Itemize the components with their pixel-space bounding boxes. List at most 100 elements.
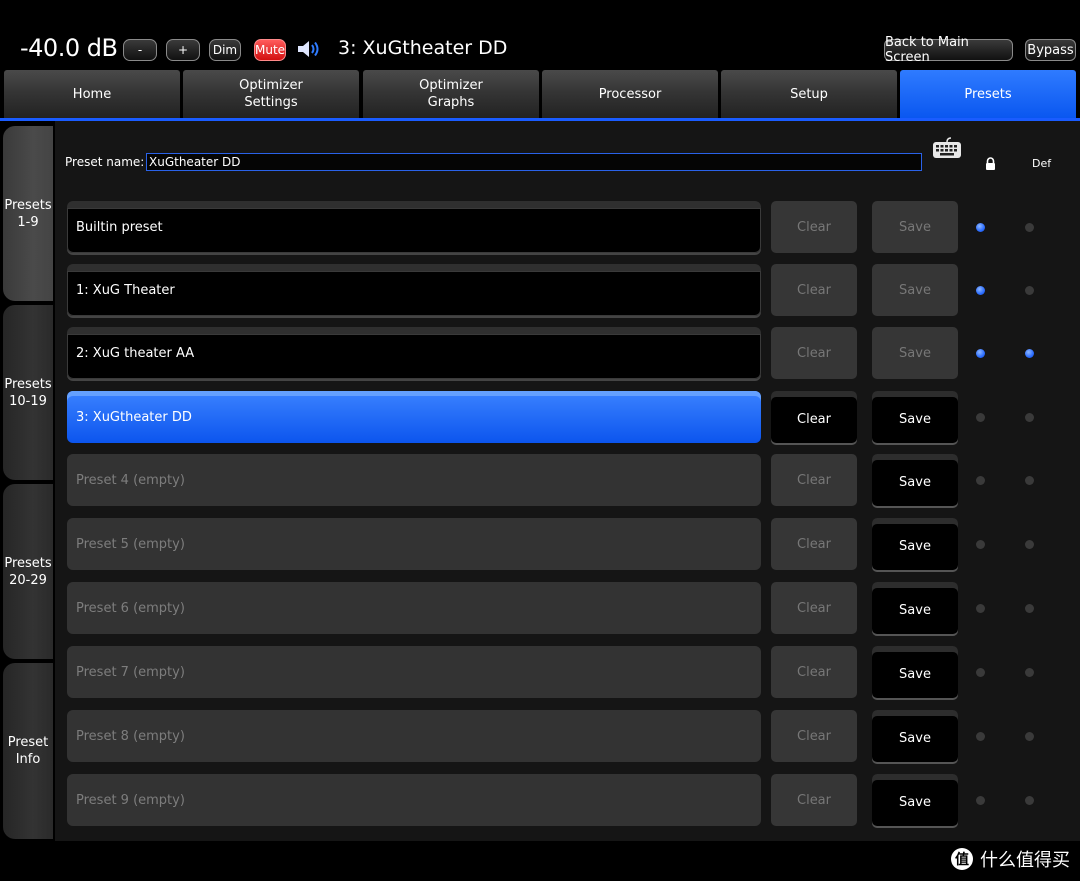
lock-indicator[interactable] — [976, 668, 985, 677]
save-button[interactable]: Save — [872, 391, 958, 443]
preset-slot[interactable]: 2: XuG theater AA — [67, 327, 761, 379]
speaker-icon[interactable] — [296, 39, 324, 59]
save-button[interactable]: Save — [872, 264, 958, 316]
current-preset-title: 3: XuGtheater DD — [338, 37, 508, 59]
default-indicator[interactable] — [1025, 540, 1034, 549]
clear-button-label: Clear — [797, 536, 831, 552]
save-button-label: Save — [899, 282, 931, 298]
preset-slot-label: Preset 4 (empty) — [76, 472, 185, 488]
preset-slot[interactable]: Preset 6 (empty) — [67, 582, 761, 634]
save-button[interactable]: Save — [872, 518, 958, 570]
preset-slot[interactable]: Preset 5 (empty) — [67, 518, 761, 570]
default-indicator[interactable] — [1025, 476, 1034, 485]
clear-button[interactable]: Clear — [771, 582, 857, 634]
tab-processor[interactable]: Processor — [542, 70, 718, 118]
lock-indicator[interactable] — [976, 540, 985, 549]
volume-down-button[interactable]: - — [123, 39, 157, 61]
preset-name-label: Preset name: — [65, 155, 145, 169]
preset-slot-label: 2: XuG theater AA — [76, 345, 195, 361]
preset-slot[interactable]: 1: XuG Theater — [67, 264, 761, 316]
save-button-label: Save — [899, 666, 931, 682]
preset-name-input[interactable] — [146, 153, 922, 171]
watermark-text: 什么值得买 — [980, 850, 1070, 871]
lock-indicator[interactable] — [976, 796, 985, 805]
save-button-label: Save — [899, 345, 931, 361]
dim-button[interactable]: Dim — [209, 39, 241, 61]
save-button-label: Save — [899, 538, 931, 554]
lock-indicator[interactable] — [976, 732, 985, 741]
side-tab-presets-1-9[interactable]: Presets 1-9 — [3, 126, 53, 301]
clear-button-label: Clear — [797, 411, 831, 427]
default-indicator[interactable] — [1025, 732, 1034, 741]
lock-indicator[interactable] — [976, 413, 985, 422]
default-indicator[interactable] — [1025, 349, 1034, 358]
preset-slot[interactable]: Preset 4 (empty) — [67, 454, 761, 506]
save-button[interactable]: Save — [872, 582, 958, 634]
lock-indicator[interactable] — [976, 604, 985, 613]
preset-slot[interactable]: Builtin preset — [67, 201, 761, 253]
save-button-label: Save — [899, 474, 931, 490]
lock-indicator[interactable] — [976, 223, 985, 232]
clear-button[interactable]: Clear — [771, 454, 857, 506]
clear-button-label: Clear — [797, 792, 831, 808]
side-tab-presets-20-29[interactable]: Presets 20-29 — [3, 484, 53, 659]
clear-button[interactable]: Clear — [771, 710, 857, 762]
default-column-label: Def — [1032, 157, 1052, 170]
lock-indicator[interactable] — [976, 349, 985, 358]
clear-button[interactable]: Clear — [771, 518, 857, 570]
preset-slot[interactable]: Preset 9 (empty) — [67, 774, 761, 826]
side-tab-preset-info[interactable]: Preset Info — [3, 663, 53, 839]
clear-button[interactable]: Clear — [771, 264, 857, 316]
save-button-label: Save — [899, 730, 931, 746]
preset-slot[interactable]: Preset 8 (empty) — [67, 710, 761, 762]
save-button-label: Save — [899, 219, 931, 235]
clear-button[interactable]: Clear — [771, 327, 857, 379]
keyboard-icon[interactable] — [931, 136, 963, 162]
back-to-main-screen-button[interactable]: Back to Main Screen — [884, 35, 1013, 65]
default-indicator[interactable] — [1025, 604, 1034, 613]
clear-button[interactable]: Clear — [771, 201, 857, 253]
tab-home[interactable]: Home — [4, 70, 180, 118]
volume-up-button[interactable]: + — [166, 39, 200, 61]
preset-slot-label: 1: XuG Theater — [76, 282, 175, 298]
save-button[interactable]: Save — [872, 327, 958, 379]
clear-button-label: Clear — [797, 664, 831, 680]
clear-button[interactable]: Clear — [771, 774, 857, 826]
clear-button-label: Clear — [797, 600, 831, 616]
save-button[interactable]: Save — [872, 646, 958, 698]
default-indicator[interactable] — [1025, 796, 1034, 805]
save-button-label: Save — [899, 794, 931, 810]
tab-optimizer-graphs[interactable]: Optimizer Graphs — [363, 70, 539, 118]
bottom-bar — [0, 841, 1080, 881]
preset-slot-label: Preset 5 (empty) — [76, 536, 185, 552]
default-indicator[interactable] — [1025, 668, 1034, 677]
main-tabs: Home Optimizer Settings Optimizer Graphs… — [0, 70, 1080, 121]
svg-text:值: 值 — [955, 851, 969, 868]
lock-indicator[interactable] — [976, 286, 985, 295]
clear-button-label: Clear — [797, 219, 831, 235]
default-indicator[interactable] — [1025, 223, 1034, 232]
clear-button-label: Clear — [797, 345, 831, 361]
save-button[interactable]: Save — [872, 710, 958, 762]
clear-button[interactable]: Clear — [771, 646, 857, 698]
lock-indicator[interactable] — [976, 476, 985, 485]
default-indicator[interactable] — [1025, 286, 1034, 295]
preset-slot[interactable]: Preset 7 (empty) — [67, 646, 761, 698]
save-button[interactable]: Save — [872, 201, 958, 253]
preset-slot-label: Preset 9 (empty) — [76, 792, 185, 808]
lock-icon — [986, 157, 995, 170]
preset-slot-label: Preset 6 (empty) — [76, 600, 185, 616]
mute-button[interactable]: Mute — [254, 39, 286, 61]
tab-presets[interactable]: Presets — [900, 70, 1076, 118]
save-button[interactable]: Save — [872, 454, 958, 506]
clear-button[interactable]: Clear — [771, 391, 857, 443]
bypass-button[interactable]: Bypass — [1025, 39, 1076, 61]
watermark: 值 什么值得买 — [950, 846, 1070, 872]
preset-slot[interactable]: 3: XuGtheater DD — [67, 391, 761, 443]
tab-setup[interactable]: Setup — [721, 70, 897, 118]
top-bar: -40.0 dB - + Dim Mute 3: XuGtheater DD B… — [0, 0, 1080, 70]
save-button[interactable]: Save — [872, 774, 958, 826]
default-indicator[interactable] — [1025, 413, 1034, 422]
tab-optimizer-settings[interactable]: Optimizer Settings — [183, 70, 359, 118]
side-tab-presets-10-19[interactable]: Presets 10-19 — [3, 305, 53, 480]
